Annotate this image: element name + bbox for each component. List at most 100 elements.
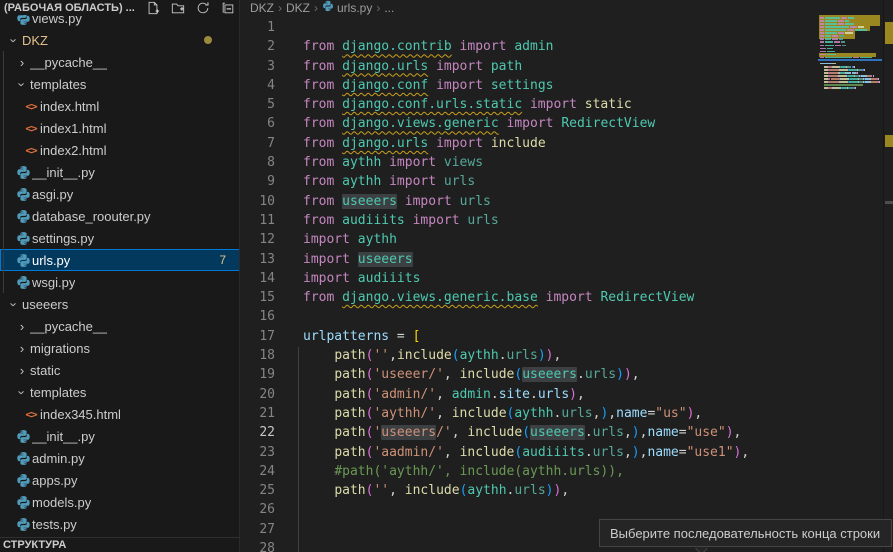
minimap-code-line bbox=[850, 26, 856, 28]
outline-section-header[interactable]: СТРУКТУРА bbox=[0, 537, 240, 552]
tree-item-admin.py[interactable]: admin.py bbox=[0, 447, 240, 469]
collapse-all-icon[interactable] bbox=[220, 0, 236, 16]
tree-item-migrations[interactable]: ›migrations bbox=[0, 337, 240, 359]
line-number[interactable]: 12 bbox=[241, 230, 275, 249]
line-number[interactable]: 13 bbox=[241, 250, 275, 269]
line-number[interactable]: 15 bbox=[241, 288, 275, 307]
code-line[interactable]: 20 path('admin/', admin.site.urls), bbox=[241, 385, 881, 404]
minimap-code-line bbox=[820, 38, 824, 40]
line-number[interactable]: 8 bbox=[241, 153, 275, 172]
overview-ruler[interactable] bbox=[883, 0, 893, 552]
chevron-down-icon[interactable]: › bbox=[15, 384, 30, 400]
line-number[interactable]: 5 bbox=[241, 95, 275, 114]
tree-item-models.py[interactable]: models.py bbox=[0, 491, 240, 513]
code-line[interactable]: 11from audiiits import urls bbox=[241, 211, 881, 230]
line-number[interactable]: 3 bbox=[241, 57, 275, 76]
tree-item-urls.py[interactable]: urls.py7 bbox=[0, 249, 240, 271]
code-area[interactable]: 12from django.contrib import admin3from … bbox=[241, 18, 881, 552]
code-line[interactable]: 8from aythh import views bbox=[241, 153, 881, 172]
code-line[interactable]: 18 path('',include(aythh.urls)), bbox=[241, 346, 881, 365]
line-number[interactable]: 6 bbox=[241, 114, 275, 133]
tree-item-__init__.py[interactable]: __init__.py bbox=[0, 161, 240, 183]
code-line[interactable]: 22 path('useeers/', include(useeers.urls… bbox=[241, 423, 881, 442]
tree-item-index1.html[interactable]: <>index1.html bbox=[0, 117, 240, 139]
line-number[interactable]: 14 bbox=[241, 269, 275, 288]
code-line[interactable]: 9from aythh import urls bbox=[241, 172, 881, 191]
new-file-button[interactable] bbox=[145, 0, 161, 16]
refresh-icon[interactable] bbox=[195, 0, 211, 16]
tree-item-templates[interactable]: ›templates bbox=[0, 73, 240, 95]
line-number[interactable]: 23 bbox=[241, 443, 275, 462]
new-folder-button[interactable] bbox=[170, 0, 186, 16]
line-number[interactable]: 19 bbox=[241, 365, 275, 384]
line-number[interactable]: 11 bbox=[241, 211, 275, 230]
breadcrumb-item-symbol[interactable]: ... bbox=[384, 1, 394, 15]
tree-item-__pycache__[interactable]: ›__pycache__ bbox=[0, 51, 240, 73]
breadcrumb-item-folder[interactable]: DKZ bbox=[250, 1, 274, 15]
chevron-down-icon[interactable]: › bbox=[15, 76, 30, 92]
tree-item-templates[interactable]: ›templates bbox=[0, 381, 240, 403]
line-number[interactable]: 28 bbox=[241, 539, 275, 552]
tree-item-index.html[interactable]: <>index.html bbox=[0, 95, 240, 117]
chevron-right-icon[interactable]: › bbox=[14, 55, 30, 70]
code-line[interactable]: 23 path('aadmin/', include(audiiits.urls… bbox=[241, 443, 881, 462]
line-number[interactable]: 18 bbox=[241, 346, 275, 365]
line-number[interactable]: 22 bbox=[241, 423, 275, 442]
minimap-code-line bbox=[858, 26, 864, 28]
code-line[interactable]: 3from django.urls import path bbox=[241, 57, 881, 76]
code-line[interactable]: 14import audiiits bbox=[241, 269, 881, 288]
code-line[interactable]: 26 bbox=[241, 500, 881, 519]
code-line[interactable]: 5from django.conf.urls.static import sta… bbox=[241, 95, 881, 114]
chevron-right-icon[interactable]: › bbox=[14, 341, 30, 356]
code-line[interactable]: 17urlpatterns = [ bbox=[241, 327, 881, 346]
code-line[interactable]: 1 bbox=[241, 18, 881, 37]
code-line[interactable]: 15from django.views.generic.base import … bbox=[241, 288, 881, 307]
tree-item-DKZ[interactable]: ›DKZ bbox=[0, 29, 240, 51]
line-number[interactable]: 20 bbox=[241, 385, 275, 404]
line-number[interactable]: 7 bbox=[241, 134, 275, 153]
line-number[interactable]: 25 bbox=[241, 481, 275, 500]
chevron-down-icon[interactable]: › bbox=[7, 32, 22, 48]
code-line[interactable]: 19 path('useeer/', include(useeers.urls)… bbox=[241, 365, 881, 384]
code-line[interactable]: 4from django.conf import settings bbox=[241, 76, 881, 95]
line-number[interactable]: 24 bbox=[241, 462, 275, 481]
tree-item-database_roouter.py[interactable]: database_roouter.py bbox=[0, 205, 240, 227]
tree-item-tests.py[interactable]: tests.py bbox=[0, 513, 240, 535]
tree-item-apps.py[interactable]: apps.py bbox=[0, 469, 240, 491]
tree-item-__init__.py[interactable]: __init__.py bbox=[0, 425, 240, 447]
line-number[interactable]: 21 bbox=[241, 404, 275, 423]
line-number[interactable]: 10 bbox=[241, 192, 275, 211]
tree-item-index345.html[interactable]: <>index345.html bbox=[0, 403, 240, 425]
line-number[interactable]: 1 bbox=[241, 18, 275, 37]
chevron-down-icon[interactable]: › bbox=[7, 296, 22, 312]
line-number[interactable]: 27 bbox=[241, 520, 275, 539]
tree-item-__pycache__[interactable]: ›__pycache__ bbox=[0, 315, 240, 337]
line-number[interactable]: 17 bbox=[241, 327, 275, 346]
code-line[interactable]: 12import aythh bbox=[241, 230, 881, 249]
breadcrumb-item-file[interactable]: urls.py bbox=[322, 0, 372, 15]
code-line[interactable]: 25 path('', include(aythh.urls)), bbox=[241, 481, 881, 500]
tree-item-settings.py[interactable]: settings.py bbox=[0, 227, 240, 249]
code-line[interactable]: 13import useeers bbox=[241, 250, 881, 269]
chevron-right-icon[interactable]: › bbox=[14, 363, 30, 378]
code-line[interactable]: 7from django.urls import include bbox=[241, 134, 881, 153]
line-number[interactable]: 26 bbox=[241, 500, 275, 519]
code-line[interactable]: 16 bbox=[241, 307, 881, 326]
minimap[interactable] bbox=[818, 0, 882, 552]
line-number[interactable]: 9 bbox=[241, 172, 275, 191]
tree-item-asgi.py[interactable]: asgi.py bbox=[0, 183, 240, 205]
line-number[interactable]: 16 bbox=[241, 307, 275, 326]
line-number[interactable]: 2 bbox=[241, 37, 275, 56]
code-line[interactable]: 6from django.views.generic import Redire… bbox=[241, 114, 881, 133]
code-line[interactable]: 24 #path('aythh/', include(aythh.urls)), bbox=[241, 462, 881, 481]
chevron-right-icon[interactable]: › bbox=[14, 319, 30, 334]
code-line[interactable]: 21 path('aythh/', include(aythh.urls,),n… bbox=[241, 404, 881, 423]
breadcrumb-item-folder[interactable]: DKZ bbox=[286, 1, 310, 15]
code-line[interactable]: 2from django.contrib import admin bbox=[241, 37, 881, 56]
tree-item-static[interactable]: ›static bbox=[0, 359, 240, 381]
tree-item-useeers[interactable]: ›useeers bbox=[0, 293, 240, 315]
tree-item-wsgi.py[interactable]: wsgi.py bbox=[0, 271, 240, 293]
code-line[interactable]: 10from useeers import urls bbox=[241, 192, 881, 211]
line-number[interactable]: 4 bbox=[241, 76, 275, 95]
tree-item-index2.html[interactable]: <>index2.html bbox=[0, 139, 240, 161]
